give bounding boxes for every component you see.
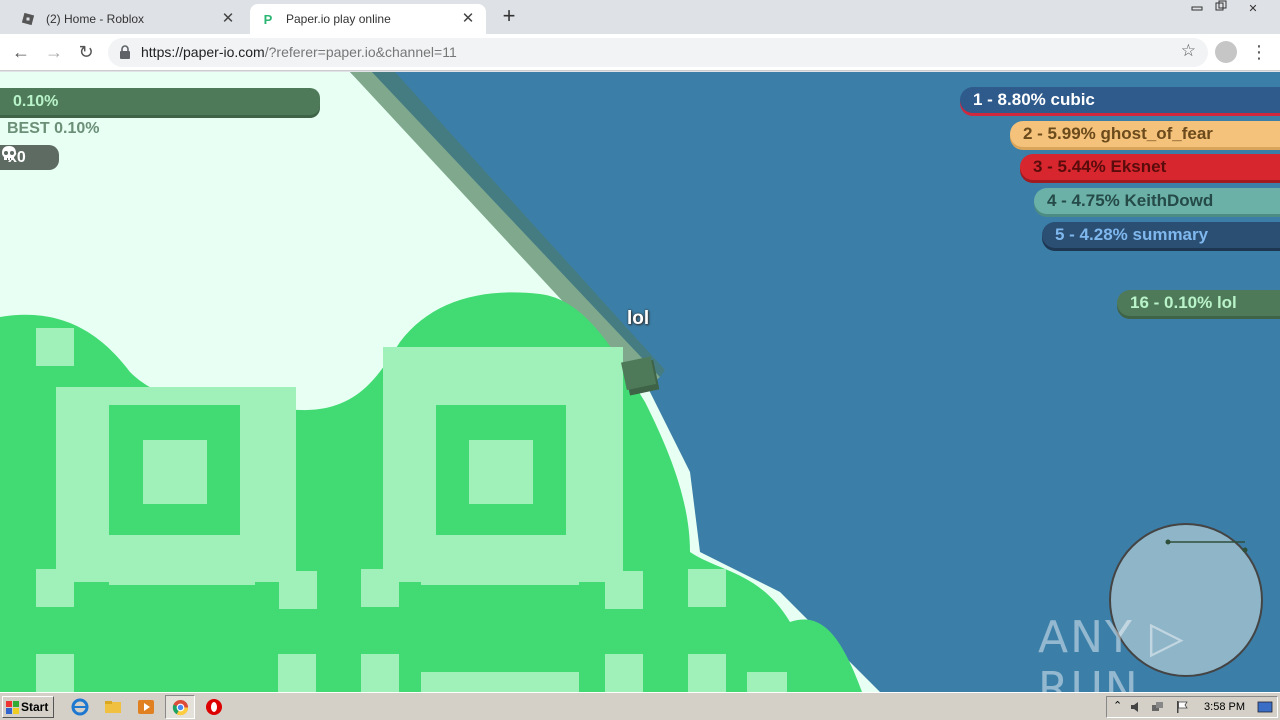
game-canvas[interactable]: 0.10% BEST 0.10% x0 1 - 8.80% cubic 2 - 5… bbox=[0, 72, 1280, 692]
hud-kills: x0 bbox=[0, 145, 59, 170]
roblox-icon bbox=[20, 11, 36, 27]
media-player-icon[interactable] bbox=[137, 698, 155, 716]
tray-expand-icon[interactable]: ⌃ bbox=[1113, 699, 1122, 712]
leaderboard-row: 16 - 0.10% lol bbox=[1117, 290, 1280, 316]
leaderboard-row: 2 - 5.99% ghost_of_fear bbox=[1010, 121, 1280, 147]
new-tab-button[interactable]: + bbox=[498, 5, 520, 28]
start-button[interactable]: Start bbox=[2, 696, 54, 718]
skull-icon bbox=[2, 146, 16, 160]
forward-icon[interactable]: → bbox=[42, 40, 66, 64]
profile-avatar-icon[interactable] bbox=[1215, 41, 1237, 63]
volume-icon[interactable] bbox=[1129, 700, 1143, 714]
lock-icon bbox=[120, 45, 130, 59]
leaderboard-row: 1 - 8.80% cubic bbox=[960, 87, 1280, 113]
bookmark-star-icon[interactable]: ☆ bbox=[1181, 41, 1196, 61]
chrome-taskbar-button[interactable] bbox=[165, 695, 195, 719]
opera-icon[interactable] bbox=[205, 698, 223, 716]
url-path: /?referer=paper.io&channel=11 bbox=[264, 44, 457, 60]
start-label: Start bbox=[21, 700, 49, 714]
taskbar: Start ⌃ 3:58 PM bbox=[0, 692, 1280, 720]
show-desktop-icon[interactable] bbox=[1257, 700, 1273, 714]
system-tray: ⌃ 3:58 PM bbox=[1106, 696, 1278, 718]
flag-icon[interactable] bbox=[1175, 700, 1189, 714]
player-name: lol bbox=[627, 308, 650, 329]
address-bar: ← → ↻ https://paper-io.com/?referer=pape… bbox=[0, 34, 1280, 71]
reload-icon[interactable]: ↻ bbox=[74, 40, 98, 64]
anyrun-watermark: ANY ▷ RUN bbox=[1038, 612, 1186, 692]
browser-tab-bar: (2) Home - Roblox ✕ P Paper.io play onli… bbox=[0, 0, 1280, 34]
hud-best: BEST 0.10% bbox=[7, 120, 100, 137]
windows-logo-icon bbox=[6, 701, 19, 714]
minimize-button[interactable] bbox=[1184, 0, 1210, 20]
clock: 3:58 PM bbox=[1204, 701, 1245, 713]
close-window-button[interactable]: ✕ bbox=[1240, 0, 1266, 20]
folder-icon[interactable] bbox=[104, 698, 122, 716]
tab-paperio[interactable]: P Paper.io play online ✕ bbox=[250, 4, 486, 34]
ie-icon[interactable] bbox=[71, 698, 89, 716]
paperio-icon: P bbox=[263, 11, 273, 27]
url-host: https://paper-io.com bbox=[141, 44, 265, 60]
menu-dots-icon[interactable]: ⋮ bbox=[1250, 41, 1268, 63]
chrome-icon bbox=[172, 699, 189, 716]
tab-title: (2) Home - Roblox bbox=[46, 12, 145, 26]
url-field[interactable]: https://paper-io.com/?referer=paper.io&c… bbox=[108, 38, 1208, 67]
tab-roblox[interactable]: (2) Home - Roblox ✕ bbox=[10, 4, 246, 34]
back-icon[interactable]: ← bbox=[9, 40, 33, 64]
close-icon[interactable]: ✕ bbox=[220, 11, 236, 27]
restore-button[interactable] bbox=[1208, 0, 1234, 20]
hud-percent: 0.10% bbox=[0, 88, 320, 115]
close-icon[interactable]: ✕ bbox=[460, 11, 476, 27]
tab-title: Paper.io play online bbox=[286, 12, 391, 26]
leaderboard-row: 3 - 5.44% Eksnet bbox=[1020, 154, 1280, 180]
network-icon[interactable] bbox=[1151, 700, 1165, 714]
leaderboard-row: 5 - 4.28% summary bbox=[1042, 222, 1280, 248]
leaderboard-row: 4 - 4.75% KeithDowd bbox=[1034, 188, 1280, 214]
